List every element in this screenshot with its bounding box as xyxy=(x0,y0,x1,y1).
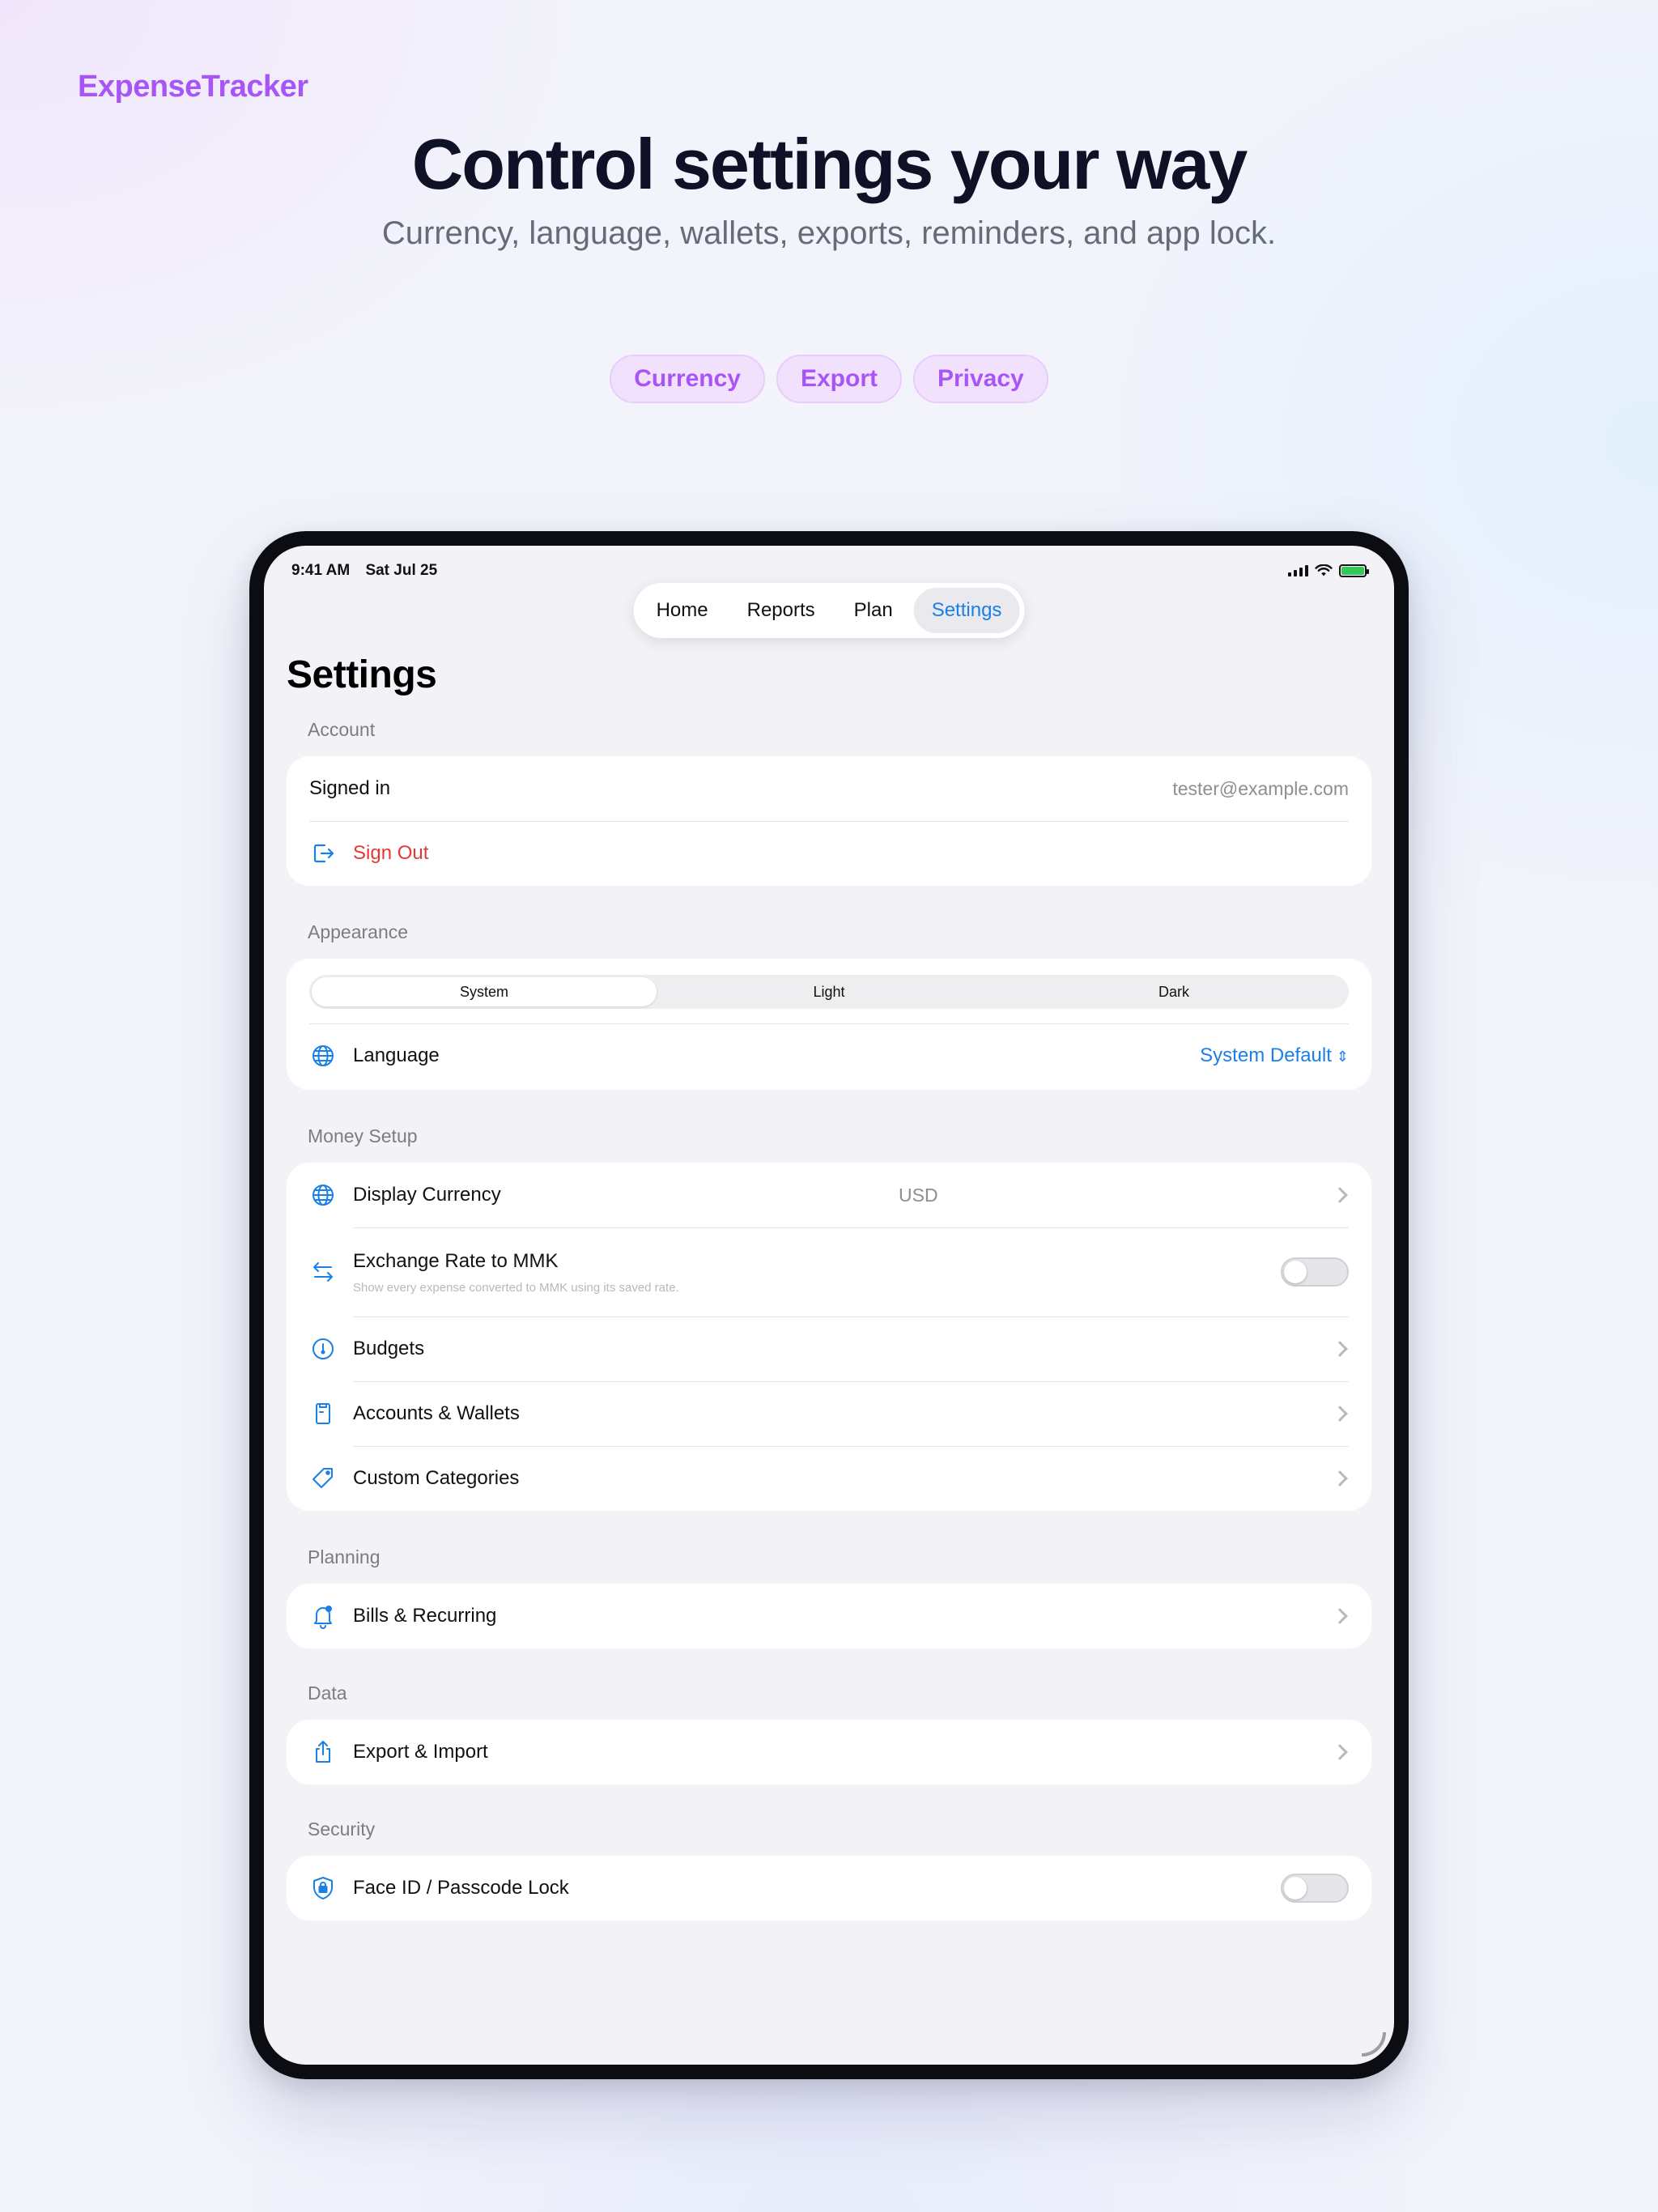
face-id-row: Face ID / Passcode Lock xyxy=(287,1856,1371,1921)
globe-icon xyxy=(309,1042,337,1070)
export-import-label: Export & Import xyxy=(353,1741,488,1763)
tab-plan[interactable]: Plan xyxy=(836,588,911,633)
sign-out-icon xyxy=(309,840,337,867)
exchange-rate-label: Exchange Rate to MMK xyxy=(353,1249,559,1272)
ipad-frame: 9:41 AM Sat Jul 25 Home Reports Plan Set… xyxy=(249,531,1409,2079)
signed-in-label: Signed in xyxy=(309,777,391,799)
accounts-wallets-label: Accounts & Wallets xyxy=(353,1402,520,1424)
segment-light[interactable]: Light xyxy=(657,977,1001,1006)
cellular-icon xyxy=(1288,565,1308,576)
status-date: Sat Jul 25 xyxy=(365,562,438,579)
headline: Control settings your way xyxy=(411,124,1248,204)
section-label-security: Security xyxy=(308,1819,376,1840)
feature-chips: Currency Export Privacy xyxy=(0,355,1658,403)
chevron-right-icon xyxy=(1332,1406,1348,1422)
section-label-account: Account xyxy=(308,719,376,740)
top-tab-bar: Home Reports Plan Settings xyxy=(633,583,1025,638)
brand-logo: ExpenseTracker xyxy=(78,70,308,104)
up-down-chevron-icon: ⇕ xyxy=(1336,1049,1349,1065)
chevron-right-icon xyxy=(1332,1470,1348,1487)
account-card: Signed in tester@example.com Sign Out xyxy=(287,756,1371,886)
budgets-row[interactable]: Budgets xyxy=(287,1317,1371,1381)
globe-icon xyxy=(309,1181,337,1209)
data-card: Export & Import xyxy=(287,1720,1371,1784)
language-value[interactable]: System Default ⇕ xyxy=(1200,1044,1349,1067)
exchange-rate-toggle[interactable] xyxy=(1281,1257,1349,1287)
tab-settings[interactable]: Settings xyxy=(913,588,1020,633)
sign-out-button[interactable]: Sign Out xyxy=(287,821,1371,886)
section-label-appearance: Appearance xyxy=(308,921,409,942)
display-currency-value: USD xyxy=(899,1184,938,1206)
face-id-toggle[interactable] xyxy=(1281,1874,1349,1903)
chevron-right-icon xyxy=(1332,1341,1348,1357)
export-import-row[interactable]: Export & Import xyxy=(287,1720,1371,1784)
status-bar: 9:41 AM Sat Jul 25 xyxy=(291,559,1369,583)
chip-privacy: Privacy xyxy=(912,355,1048,403)
custom-categories-label: Custom Categories xyxy=(353,1467,520,1489)
language-row[interactable]: Language System Default ⇕ xyxy=(287,1023,1371,1088)
chip-export: Export xyxy=(776,355,902,403)
accounts-wallets-row[interactable]: Accounts & Wallets xyxy=(287,1381,1371,1446)
chip-currency: Currency xyxy=(610,355,765,403)
appearance-segmented-control: System Light Dark xyxy=(309,975,1349,1009)
chevron-right-icon xyxy=(1332,1187,1348,1203)
budgets-label: Budgets xyxy=(353,1338,425,1359)
exchange-rate-description: Show every expense converted to MMK usin… xyxy=(353,1280,679,1295)
status-time: 9:41 AM xyxy=(291,562,351,579)
section-label-data: Data xyxy=(308,1682,347,1704)
planning-card: Bills & Recurring xyxy=(287,1584,1371,1648)
segment-dark[interactable]: Dark xyxy=(1001,977,1346,1006)
display-currency-row[interactable]: Display Currency USD xyxy=(287,1163,1371,1227)
bell-icon xyxy=(309,1602,337,1630)
tab-home[interactable]: Home xyxy=(639,588,726,633)
device-screen: 9:41 AM Sat Jul 25 Home Reports Plan Set… xyxy=(264,546,1394,2065)
custom-categories-row[interactable]: Custom Categories xyxy=(287,1446,1371,1511)
language-label: Language xyxy=(353,1044,440,1066)
gauge-icon xyxy=(309,1335,337,1363)
display-currency-label: Display Currency xyxy=(353,1184,501,1206)
chevron-right-icon xyxy=(1332,1744,1348,1760)
segment-system[interactable]: System xyxy=(312,977,657,1006)
resize-handle-icon[interactable] xyxy=(1362,2032,1386,2057)
tab-reports[interactable]: Reports xyxy=(729,588,833,633)
bills-recurring-label: Bills & Recurring xyxy=(353,1605,497,1627)
appearance-card: System Light Dark Language System Defaul… xyxy=(287,959,1371,1090)
share-icon xyxy=(309,1738,337,1766)
face-id-label: Face ID / Passcode Lock xyxy=(353,1877,569,1899)
arrows-exchange-icon xyxy=(309,1258,337,1286)
account-email: tester@example.com xyxy=(1172,777,1349,799)
section-label-planning: Planning xyxy=(308,1546,380,1568)
sign-out-label: Sign Out xyxy=(353,842,429,864)
security-card: Face ID / Passcode Lock xyxy=(287,1856,1371,1921)
wallet-icon xyxy=(309,1400,337,1427)
signed-in-row: Signed in tester@example.com xyxy=(287,756,1371,821)
lock-shield-icon xyxy=(309,1874,337,1902)
chevron-right-icon xyxy=(1332,1608,1348,1624)
exchange-rate-row: Exchange Rate to MMK Show every expense … xyxy=(287,1227,1371,1317)
page-title: Settings xyxy=(287,653,437,696)
money-setup-card: Display Currency USD Exchange Rate to MM… xyxy=(287,1163,1371,1511)
battery-icon xyxy=(1339,564,1369,577)
bills-recurring-row[interactable]: Bills & Recurring xyxy=(287,1584,1371,1648)
subheadline: Currency, language, wallets, exports, re… xyxy=(381,215,1277,251)
section-label-money-setup: Money Setup xyxy=(308,1125,418,1146)
wifi-icon xyxy=(1315,564,1333,576)
tag-icon xyxy=(309,1465,337,1492)
